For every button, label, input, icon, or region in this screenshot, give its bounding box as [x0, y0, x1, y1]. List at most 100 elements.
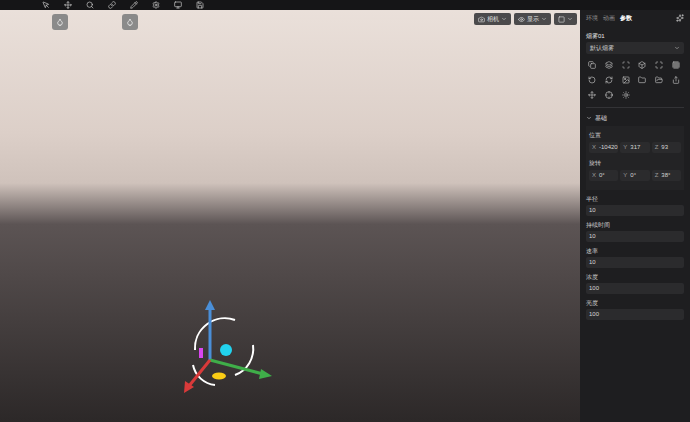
chevron-icon: [541, 16, 547, 22]
field-value: 38°: [661, 172, 670, 179]
vector-label: 旋转: [589, 159, 681, 167]
preset-dropdown[interactable]: 默认烟雾: [586, 42, 684, 54]
viewport-button[interactable]: [52, 14, 68, 30]
axis-field[interactable]: Y0°: [620, 170, 649, 181]
vector-label: 位置: [589, 131, 681, 139]
viewport-button[interactable]: [122, 14, 138, 30]
tool-icon[interactable]: [655, 61, 663, 69]
toolbar-icon[interactable]: [196, 1, 204, 9]
tool-icon[interactable]: [622, 91, 630, 99]
tool-icon[interactable]: [622, 61, 630, 69]
field-value: -10420: [599, 144, 618, 151]
property-field[interactable]: 100: [586, 283, 684, 294]
dropdown-label: 显示: [527, 15, 539, 23]
axis-field[interactable]: Z93: [652, 142, 681, 153]
field-value: 0°: [599, 172, 605, 179]
section-body: 位置X-10420Y317Z93旋转X0°Y0°Z38°半径10持续时间10速率…: [586, 122, 684, 320]
section-header[interactable]: 基础: [586, 114, 684, 122]
toolbar-icon[interactable]: [108, 1, 116, 9]
axis-field[interactable]: X-10420: [589, 142, 618, 153]
tool-grid: [586, 61, 684, 99]
workspace: 相机显示环境动画参数烟雾01默认烟雾基础位置X-10420Y317Z93旋转X0…: [0, 10, 690, 422]
droplet-icon: [56, 18, 64, 26]
field-value: 10: [589, 233, 596, 240]
toolbar-icon[interactable]: [152, 1, 160, 9]
vector-fields: X0°Y0°Z38°: [589, 170, 681, 181]
chevron-icon: [674, 45, 680, 51]
tool-icon[interactable]: [605, 91, 613, 99]
toolbar-icon[interactable]: [42, 1, 50, 9]
panel-tab[interactable]: 参数: [620, 14, 632, 22]
axis-label: X: [592, 144, 596, 151]
property-label: 持续时间: [586, 221, 684, 229]
property-label: 浓度: [586, 273, 684, 281]
property-field[interactable]: 10: [586, 257, 684, 268]
field-value: 317: [630, 144, 640, 151]
property-label: 半径: [586, 195, 684, 203]
tool-icon[interactable]: [638, 76, 646, 84]
property-label: 速率: [586, 247, 684, 255]
vector-row: 位置X-10420Y317Z93: [589, 131, 681, 153]
tool-icon[interactable]: [672, 61, 680, 69]
axis-label: Y: [623, 144, 627, 151]
toolbar-icon[interactable]: [174, 1, 182, 9]
property-field[interactable]: 10: [586, 231, 684, 242]
viewport-dropdown[interactable]: [554, 13, 577, 25]
divider: [586, 107, 684, 108]
panel-tabs: 环境动画参数: [586, 14, 684, 22]
property-row: 亮度 100: [586, 299, 684, 320]
property-field[interactable]: 100: [586, 309, 684, 320]
field-value: 100: [589, 311, 599, 318]
droplet-icon: [126, 18, 134, 26]
tool-icon[interactable]: [638, 61, 646, 69]
viewport[interactable]: 相机 显示: [0, 10, 580, 422]
vector-row: 旋转X0°Y0°Z38°: [589, 159, 681, 181]
vector-group: 位置X-10420Y317Z93旋转X0°Y0°Z38°: [586, 126, 684, 190]
field-value: 100: [589, 285, 599, 292]
vector-fields: X-10420Y317Z93: [589, 142, 681, 153]
viewport-dropdown[interactable]: 相机: [474, 13, 511, 25]
field-value: 10: [589, 207, 596, 214]
property-label: 亮度: [586, 299, 684, 307]
property-row: 浓度 100: [586, 273, 684, 294]
section-title: 基础: [595, 114, 607, 122]
object-name: 烟雾01: [586, 32, 684, 40]
toolbar-icon[interactable]: [130, 1, 138, 9]
dropdown-label: 相机: [487, 15, 499, 23]
tool-icon[interactable]: [622, 76, 630, 84]
field-value: 0°: [630, 172, 636, 179]
tool-icon[interactable]: [588, 91, 596, 99]
axis-field[interactable]: Z38°: [652, 170, 681, 181]
axis-field[interactable]: Y317: [620, 142, 649, 153]
axis-label: X: [592, 172, 596, 179]
axis-field[interactable]: X0°: [589, 170, 618, 181]
property-row: 速率 10: [586, 247, 684, 268]
transform-gizmo-icon[interactable]: [175, 290, 280, 400]
axis-label: Z: [655, 172, 659, 179]
field-value: 10: [589, 259, 596, 266]
chevron-icon: [501, 16, 507, 22]
toolbar-icon[interactable]: [64, 1, 72, 9]
preset-value: 默认烟雾: [590, 44, 614, 52]
property-row: 持续时间 10: [586, 221, 684, 242]
tool-icon[interactable]: [672, 76, 680, 84]
toolbar-icon[interactable]: [86, 1, 94, 9]
tool-icon[interactable]: [605, 76, 613, 84]
viewport-left-buttons: [52, 14, 138, 30]
tool-icon[interactable]: [588, 76, 596, 84]
tool-icon[interactable]: [605, 61, 613, 69]
tool-icon[interactable]: [655, 76, 663, 84]
viewport-dropdown[interactable]: 显示: [514, 13, 551, 25]
axis-label: Y: [623, 172, 627, 179]
viewport-controls: 相机 显示: [474, 13, 577, 25]
sparkle-icon[interactable]: [676, 14, 684, 22]
panel-tab[interactable]: 动画: [603, 14, 615, 22]
property-field[interactable]: 10: [586, 205, 684, 216]
eye-icon: [518, 16, 525, 23]
tool-icon[interactable]: [588, 61, 596, 69]
app: 相机显示环境动画参数烟雾01默认烟雾基础位置X-10420Y317Z93旋转X0…: [0, 0, 690, 422]
top-bar: [0, 0, 690, 10]
expanded-icon: [586, 115, 592, 121]
camera-icon: [478, 16, 485, 23]
panel-tab[interactable]: 环境: [586, 14, 598, 22]
